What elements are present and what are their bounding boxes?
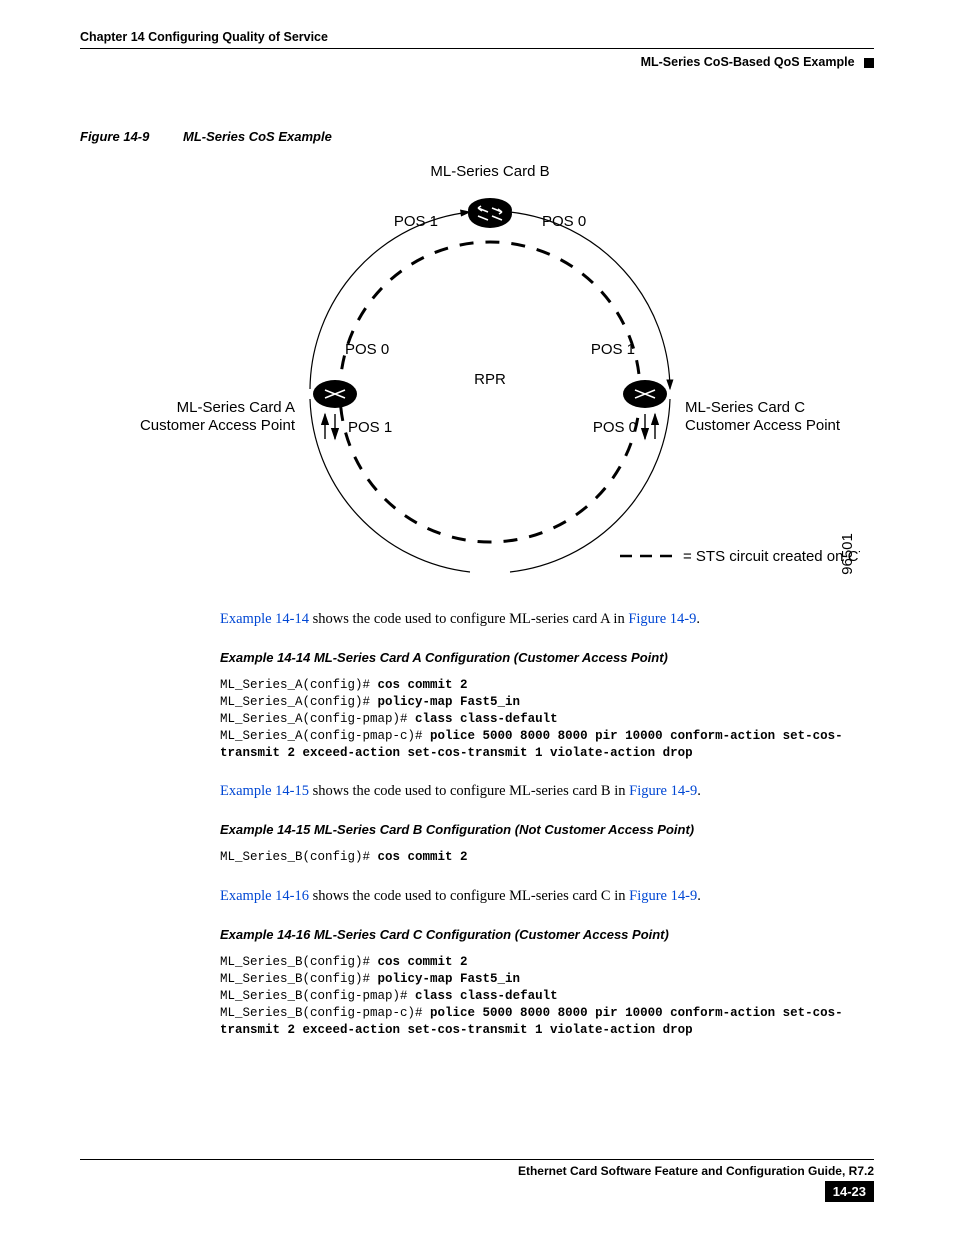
example-14-14-title: Example 14-14 ML-Series Card A Configura…: [220, 650, 864, 665]
example-14-15-code: ML_Series_B(config)# cos commit 2: [220, 849, 864, 866]
example-14-15-title: Example 14-15 ML-Series Card B Configura…: [220, 822, 864, 837]
label-pos0-c: POS 0: [593, 419, 637, 436]
figure-caption: Figure 14-9 ML-Series CoS Example: [80, 129, 874, 144]
link-figure-14-9[interactable]: Figure 14-9: [629, 783, 697, 799]
label-card-c1: ML-Series Card C: [685, 399, 805, 416]
label-card-a1: ML-Series Card A: [177, 399, 295, 416]
paragraph-1: Example 14-14 shows the code used to con…: [220, 611, 864, 628]
label-card-a2: Customer Access Point: [140, 417, 296, 434]
footer-guide-title: Ethernet Card Software Feature and Confi…: [80, 1164, 874, 1178]
paragraph-3: Example 14-16 shows the code used to con…: [220, 888, 864, 905]
chapter-title: Chapter 14 Configuring Quality of Servic…: [80, 30, 874, 44]
label-card-b: ML-Series Card B: [430, 163, 549, 180]
label-pos1-b: POS 1: [394, 213, 438, 230]
link-example-14-15[interactable]: Example 14-15: [220, 783, 309, 799]
text: shows the code used to configure ML-seri…: [309, 888, 629, 904]
label-legend: = STS circuit created on CTC: [683, 548, 860, 565]
router-icon: [468, 198, 512, 228]
link-example-14-16[interactable]: Example 14-16: [220, 888, 309, 904]
figure-diagram: ML-Series Card B POS 1 POS 0 RPR ML-Seri…: [80, 154, 860, 589]
label-pos1-c: POS 1: [591, 341, 635, 358]
link-figure-14-9[interactable]: Figure 14-9: [628, 611, 696, 627]
section-marker-icon: [864, 58, 874, 68]
router-icon: [313, 380, 357, 408]
link-example-14-14[interactable]: Example 14-14: [220, 611, 309, 627]
figure-number: Figure 14-9: [80, 129, 149, 144]
example-14-14-code: ML_Series_A(config)# cos commit 2 ML_Ser…: [220, 677, 864, 761]
label-pos0-a: POS 0: [345, 341, 389, 358]
router-icon: [623, 380, 667, 408]
paragraph-2: Example 14-15 shows the code used to con…: [220, 783, 864, 800]
label-card-c2: Customer Access Point: [685, 417, 841, 434]
section-title: ML-Series CoS-Based QoS Example: [641, 55, 855, 69]
text: shows the code used to configure ML-seri…: [309, 611, 628, 627]
text: .: [696, 611, 700, 627]
label-pos0-b: POS 0: [542, 213, 586, 230]
text: .: [697, 888, 701, 904]
text: shows the code used to configure ML-seri…: [309, 783, 629, 799]
text: .: [697, 783, 701, 799]
figure-ref: 96501: [839, 533, 856, 575]
label-rpr: RPR: [474, 371, 506, 388]
page-footer: Ethernet Card Software Feature and Confi…: [80, 1159, 874, 1202]
example-14-16-code: ML_Series_B(config)# cos commit 2 ML_Ser…: [220, 954, 864, 1038]
example-14-16-title: Example 14-16 ML-Series Card C Configura…: [220, 927, 864, 942]
page-header: Chapter 14 Configuring Quality of Servic…: [80, 30, 874, 49]
link-figure-14-9[interactable]: Figure 14-9: [629, 888, 697, 904]
page-number-badge: 14-23: [825, 1181, 874, 1202]
section-title-row: ML-Series CoS-Based QoS Example: [80, 55, 874, 69]
label-pos1-a: POS 1: [348, 419, 392, 436]
figure-title: ML-Series CoS Example: [183, 129, 332, 144]
